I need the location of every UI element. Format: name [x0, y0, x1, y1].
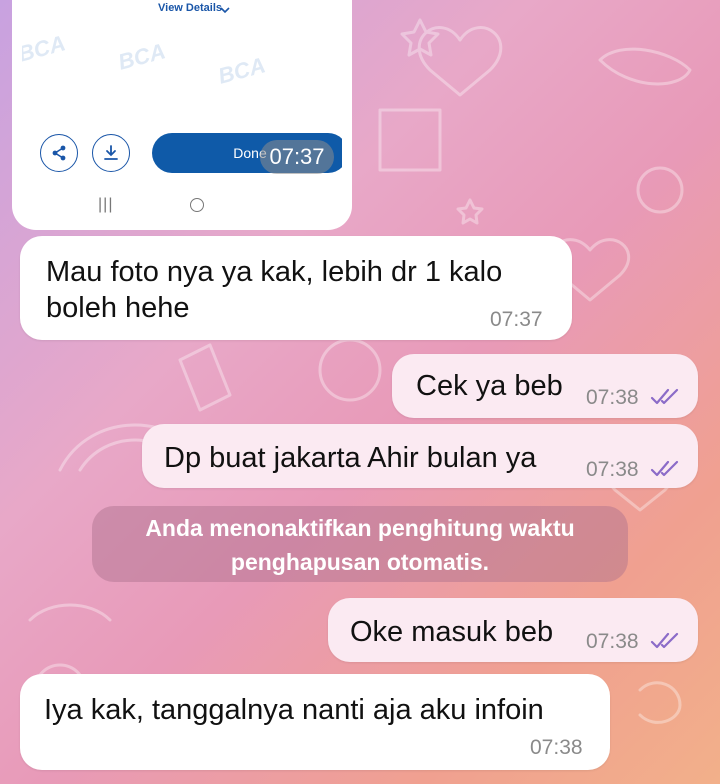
- bca-watermark: BCA: [215, 52, 268, 89]
- message-time: 07:38: [586, 630, 639, 653]
- auto-delete-notice: Anda menonaktifkan penghitung waktu peng…: [92, 506, 628, 582]
- image-message[interactable]: View Details BCA BCA BCA Done ||| 07:37: [12, 0, 352, 230]
- message-bubble-incoming[interactable]: Iya kak, tanggalnya nanti aja aku infoin…: [20, 674, 610, 770]
- read-ticks-icon: [650, 388, 679, 405]
- message-bubble-incoming[interactable]: Mau foto nya ya kak, lebih dr 1 kalo bol…: [20, 236, 572, 340]
- share-button: [40, 134, 78, 172]
- message-time: 07:37: [260, 140, 334, 174]
- message-bubble-outgoing[interactable]: Cek ya beb 07:38: [392, 354, 698, 418]
- message-time: 07:37: [490, 308, 543, 331]
- message-text: Oke masuk beb: [350, 616, 554, 648]
- bca-watermark: BCA: [22, 30, 68, 67]
- message-time: 07:38: [586, 458, 639, 481]
- read-ticks-icon: [650, 632, 679, 649]
- bca-watermark: BCA: [115, 38, 168, 75]
- share-icon: [52, 145, 66, 161]
- message-time: 07:38: [586, 386, 639, 409]
- message-time: 07:38: [530, 736, 583, 759]
- transfer-receipt-image[interactable]: View Details BCA BCA BCA Done |||: [22, 0, 342, 220]
- message-text: Mau foto nya ya kak, lebih dr 1 kalo bol…: [46, 256, 503, 324]
- download-button: [92, 134, 130, 172]
- read-ticks-icon: [650, 460, 679, 477]
- view-details-link: View Details: [158, 2, 222, 14]
- message-bubble-outgoing[interactable]: Oke masuk beb 07:38: [328, 598, 698, 662]
- download-icon: [104, 145, 118, 160]
- message-bubble-outgoing[interactable]: Dp buat jakarta Ahir bulan ya 07:38: [142, 424, 698, 488]
- chevron-down-icon: [220, 7, 230, 14]
- message-text: Dp buat jakarta Ahir bulan ya: [164, 442, 537, 474]
- home-nav-icon: [190, 198, 204, 212]
- message-text: Cek ya beb: [416, 370, 563, 402]
- message-text: Iya kak, tanggalnya nanti aja aku infoin: [44, 694, 544, 726]
- recents-nav-icon: |||: [98, 196, 114, 213]
